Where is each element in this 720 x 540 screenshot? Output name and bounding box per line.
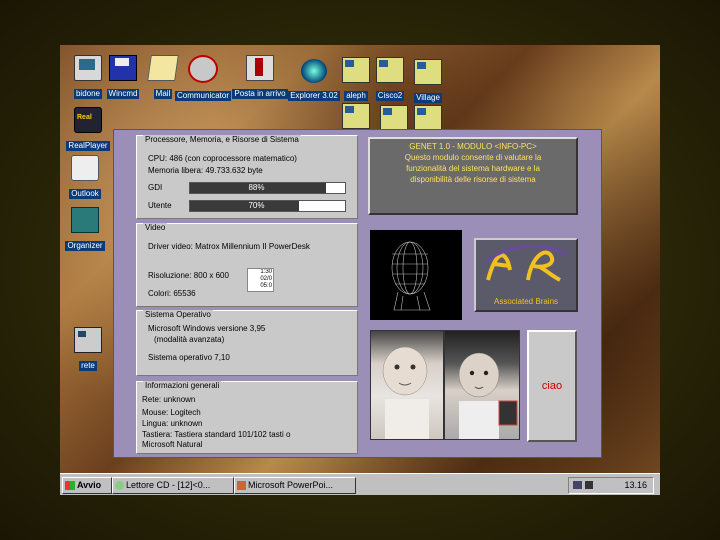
ab-logo-graphic — [484, 244, 567, 282]
desktop-icon-organizer[interactable]: Organizer — [60, 207, 113, 253]
spin-value: 02/0 — [260, 276, 272, 282]
desktop-icon-label: Outlook — [69, 189, 101, 199]
date-time-spinner[interactable]: 1:30 02/0 05:0 — [247, 268, 274, 292]
keyboard-text: Tastiera: Tastiera standard 101/102 tast… — [142, 430, 291, 439]
taskbar: Avvio Lettore CD - [12]<0... Microsoft P… — [60, 473, 660, 495]
desktop-icon-label: Posta in arrivo — [232, 89, 288, 99]
desktop-icon-realplayer[interactable]: RealPlayer — [60, 107, 116, 153]
organizer-icon — [71, 207, 99, 233]
cpu-memory-panel: Processore, Memoria, e Risorse di Sistem… — [136, 135, 358, 219]
cpu-text: CPU: 486 (con coprocessore matematico) — [148, 154, 297, 163]
keyboard-text-2: Microsoft Natural — [142, 440, 203, 449]
mouse-text: Mouse: Logitech — [142, 408, 201, 417]
os-system-text: Sistema operativo 7,10 — [148, 353, 230, 362]
baby-photo-left — [370, 330, 444, 440]
video-driver-text: Driver video: Matrox Millennium II Power… — [148, 242, 310, 251]
video-panel: Video Driver video: Matrox Millennium II… — [136, 223, 358, 307]
user-label: Utente — [148, 201, 172, 210]
windows-version-text: Microsoft Windows versione 3,95 — [148, 324, 266, 333]
user-progress-bar: 70% — [189, 200, 346, 212]
desktop-icon-label: Village — [414, 93, 442, 103]
taskbar-task-cd-player[interactable]: Lettore CD - [12]<0... — [112, 477, 234, 494]
module-title: GENET 1.0 - MODULO <INFO-PC> — [409, 142, 537, 151]
associated-brains-logo: Associated Brains — [474, 238, 578, 312]
cd-player-icon — [115, 481, 124, 491]
internet-explorer-icon — [301, 59, 327, 83]
desktop-icon-village[interactable]: Village — [400, 59, 456, 105]
task-label: Microsoft PowerPoi... — [248, 480, 334, 490]
desktop-icon-label: RealPlayer — [66, 141, 110, 151]
colors-text: Colori: 65536 — [148, 289, 196, 298]
language-text: Lingua: unknown — [142, 419, 203, 428]
spin-value: 05:0 — [260, 283, 272, 289]
desktop-icon-label: Communicator — [175, 91, 232, 101]
module-description-box: GENET 1.0 - MODULO <INFO-PC> Questo modu… — [368, 137, 578, 215]
user-percent: 70% — [248, 201, 265, 210]
windows-logo-icon — [65, 481, 75, 491]
module-description-line: Questo modulo consente di valutare la — [404, 153, 542, 162]
powerpoint-icon — [237, 481, 246, 491]
gdi-progress-bar: 88% — [189, 182, 346, 194]
wireframe-head-image — [370, 230, 462, 320]
desktop-icon-outlook[interactable]: Outlook — [60, 155, 113, 201]
logo-caption: Associated Brains — [493, 297, 559, 306]
inbox-icon — [246, 55, 274, 81]
module-description-line: disponibilità delle risorse di sistema — [410, 175, 536, 184]
baby-face-left — [382, 346, 429, 439]
desktop-icon-posta[interactable]: Posta in arrivo — [232, 55, 288, 101]
network-neighborhood-icon — [74, 327, 102, 353]
panel-title: Video — [143, 223, 168, 232]
volume-icon[interactable] — [585, 481, 593, 489]
general-info-panel: Informazioni generali Rete: unknown Mous… — [136, 381, 358, 454]
module-description-line: funzionalità del sistema hardware e la — [406, 164, 540, 173]
memory-text: Memoria libera: 49.733.632 byte — [148, 166, 263, 175]
ciao-button[interactable]: ciao — [527, 330, 577, 442]
network-text: Rete: unknown — [142, 395, 196, 404]
task-label: Lettore CD - [12]<0... — [126, 480, 211, 490]
start-button-label: Avvio — [77, 480, 102, 490]
desktop-icon-label: rete — [79, 361, 97, 371]
genet-info-pc-window: Processore, Memoria, e Risorse di Sistem… — [113, 129, 602, 458]
spin-value: 1:30 — [260, 269, 272, 275]
panel-title: Sistema Operativo — [143, 310, 213, 319]
desktop-icon-label: Organizer — [65, 241, 105, 251]
desktop-icon-communicator[interactable]: Communicator — [175, 55, 232, 103]
tray-monitor-icon[interactable] — [573, 481, 582, 489]
outlook-icon — [71, 155, 99, 181]
network-computer-icon — [414, 59, 442, 85]
communicator-icon — [188, 55, 218, 83]
gdi-percent: 88% — [248, 183, 265, 192]
realplayer-icon — [74, 107, 102, 133]
panel-title: Processore, Memoria, e Risorse di Sistem… — [143, 135, 301, 144]
baby-photo-right — [444, 330, 520, 440]
resolution-text: Risoluzione: 800 x 600 — [148, 271, 229, 280]
floppy-disk-icon — [109, 55, 137, 81]
system-tray: 13.16 — [568, 477, 654, 494]
baby-face-right — [458, 352, 518, 439]
start-button[interactable]: Avvio — [62, 477, 112, 494]
network-computer-icon — [414, 105, 442, 131]
os-panel: Sistema Operativo Microsoft Windows vers… — [136, 310, 358, 376]
gdi-label: GDI — [148, 183, 163, 192]
desktop-icon-rete[interactable]: rete — [60, 327, 116, 373]
desktop-screen: bidone Wincmd Mail Communicator Posta in… — [60, 45, 660, 495]
wireframe-head-graphic — [391, 241, 431, 311]
taskbar-task-powerpoint[interactable]: Microsoft PowerPoi... — [234, 477, 356, 494]
panel-title: Informazioni generali — [143, 381, 222, 390]
desktop-icon-label: Mail — [153, 89, 173, 99]
tray-clock: 13.16 — [624, 480, 647, 490]
advanced-mode-text: (modalità avanzata) — [154, 335, 225, 344]
